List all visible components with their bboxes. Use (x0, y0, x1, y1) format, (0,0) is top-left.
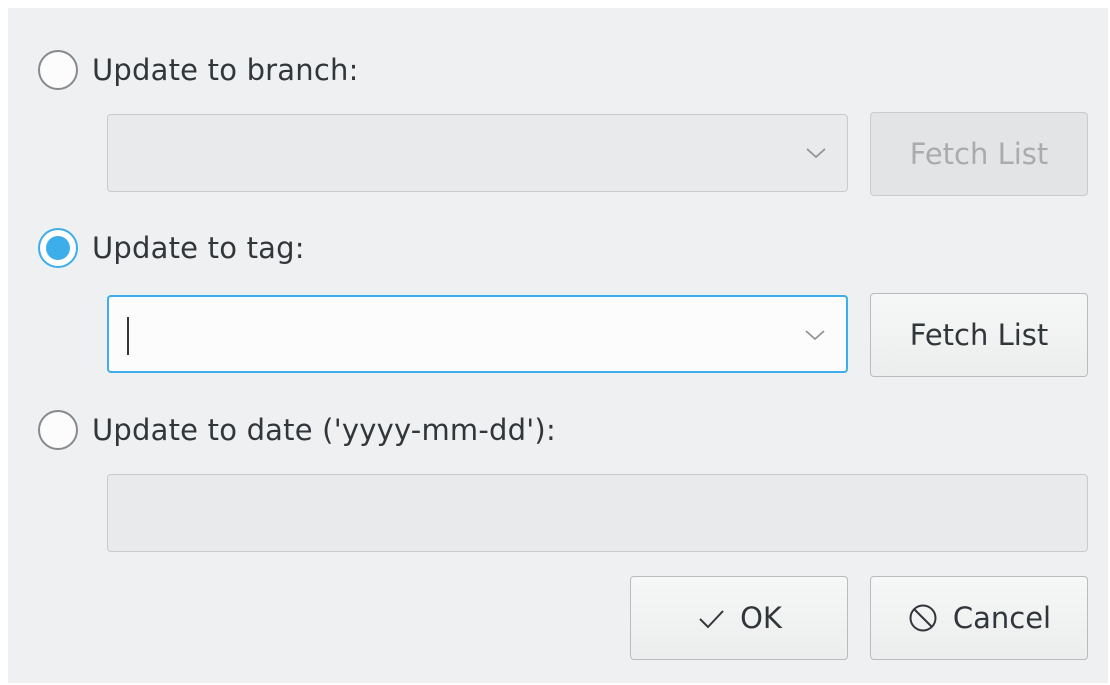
cancel-button-label: Cancel (952, 601, 1052, 635)
update-dialog: Update to branch: Fetch List Update to t… (8, 8, 1108, 683)
date-radio[interactable] (38, 410, 78, 450)
text-cursor (127, 317, 129, 355)
tag-combobox[interactable] (107, 295, 848, 373)
branch-combobox[interactable] (107, 114, 848, 192)
chevron-down-icon (805, 330, 825, 341)
tag-fetch-list-button[interactable]: Fetch List (870, 293, 1088, 377)
branch-radio[interactable] (38, 50, 78, 90)
date-input[interactable] (107, 474, 1088, 552)
tag-radio-row[interactable]: Update to tag: (38, 228, 305, 268)
branch-radio-label[interactable]: Update to branch: (92, 53, 359, 87)
tag-fetch-list-label: Fetch List (909, 318, 1049, 352)
date-radio-row[interactable]: Update to date ('yyyy-mm-dd'): (38, 410, 556, 450)
checkmark-icon (699, 610, 724, 629)
cancel-icon (909, 604, 937, 632)
cancel-button[interactable]: Cancel (870, 576, 1088, 660)
branch-radio-row[interactable]: Update to branch: (38, 50, 359, 90)
chevron-down-icon (806, 148, 826, 159)
branch-fetch-list-label: Fetch List (909, 137, 1049, 171)
ok-button-label: OK (740, 601, 782, 635)
branch-fetch-list-button[interactable]: Fetch List (870, 112, 1088, 196)
tag-radio-label[interactable]: Update to tag: (92, 231, 305, 265)
date-radio-label[interactable]: Update to date ('yyyy-mm-dd'): (92, 413, 556, 447)
ok-button[interactable]: OK (630, 576, 848, 660)
tag-radio[interactable] (38, 228, 78, 268)
